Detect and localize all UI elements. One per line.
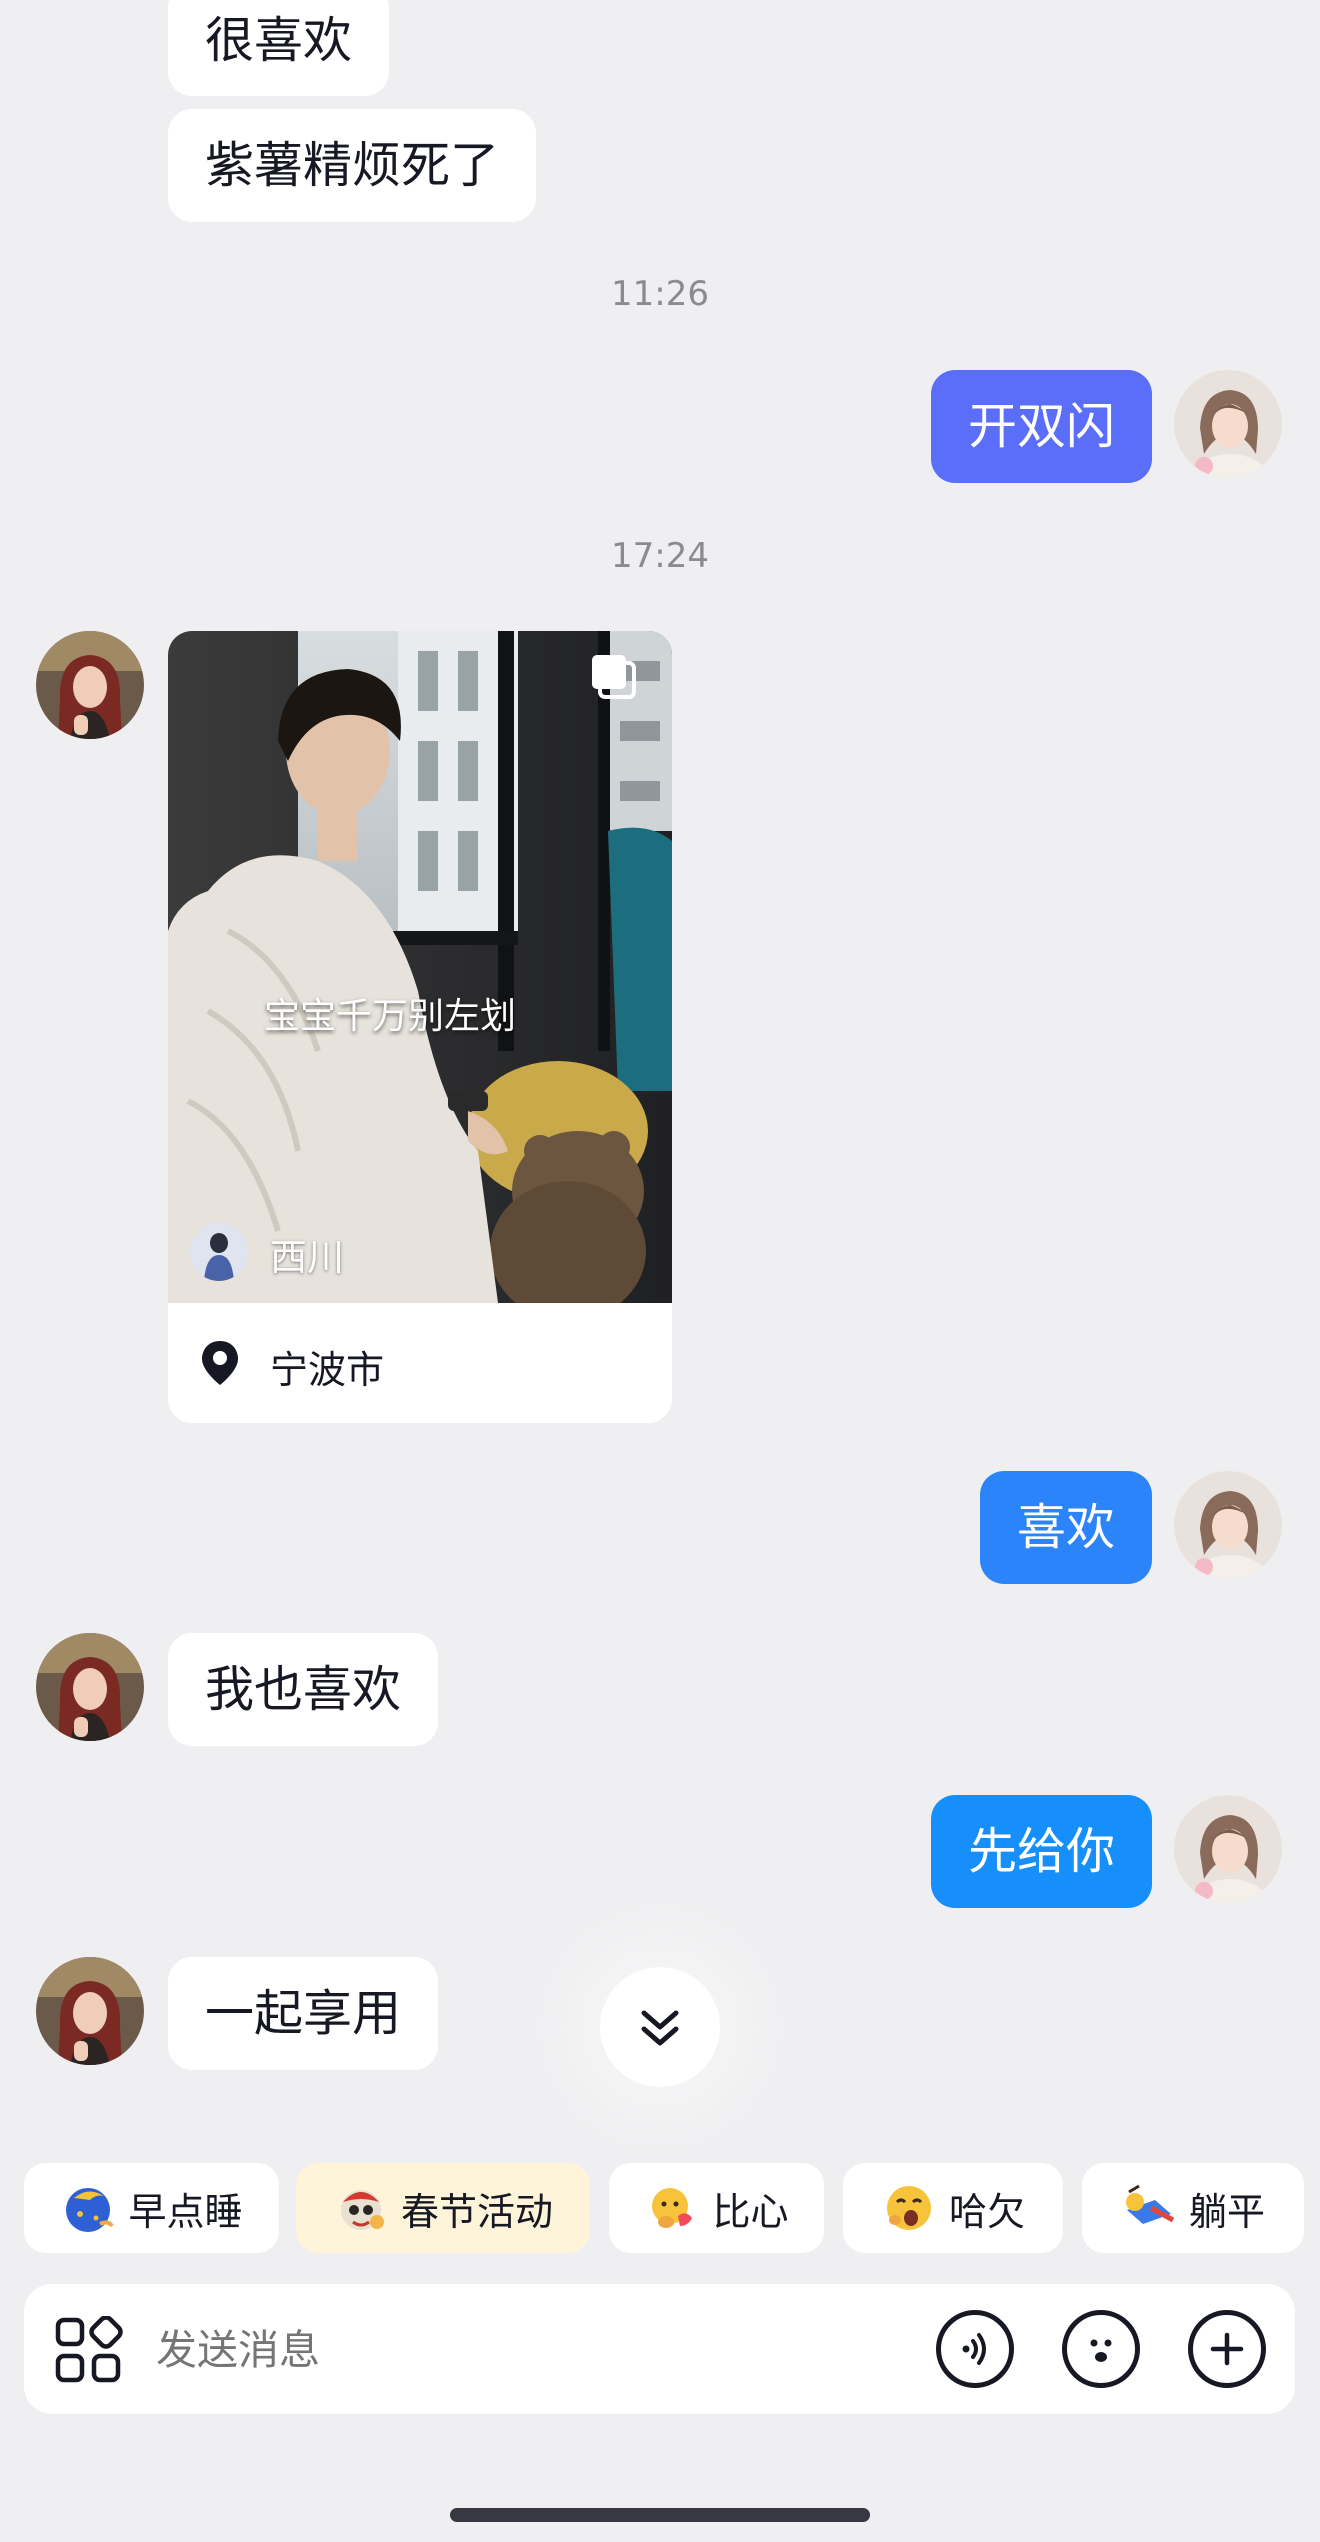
quick-reply-label: 哈欠: [948, 2189, 1025, 2234]
message-bubble-incoming[interactable]: 一起享用: [168, 1957, 439, 2070]
contact-avatar[interactable]: [36, 631, 144, 739]
location-pin-icon: [202, 1341, 238, 1385]
message-bubble-outgoing[interactable]: 开双闪: [930, 370, 1152, 483]
shared-video-card[interactable]: 宝宝千万别左划 西川 宁波市: [168, 631, 672, 1423]
my-avatar[interactable]: [1174, 1471, 1282, 1579]
message-bubble-incoming[interactable]: 紫薯精烦死了: [168, 109, 537, 222]
message-input-bar: [24, 2284, 1295, 2414]
timestamp: 17:24: [611, 536, 709, 576]
apps-grid-icon: [55, 2315, 123, 2383]
message-bubble-outgoing[interactable]: 喜欢: [979, 1471, 1152, 1584]
video-author-avatar[interactable]: [190, 1223, 248, 1281]
quick-reply-label: 春节活动: [400, 2189, 553, 2234]
message-bubble-incoming[interactable]: 很喜欢: [168, 0, 390, 96]
message-bubble-outgoing[interactable]: 先给你: [930, 1795, 1152, 1908]
quick-reply-chip[interactable]: 早点睡: [24, 2163, 279, 2253]
quick-reply-chip[interactable]: 春节活动: [296, 2163, 590, 2253]
video-author-name[interactable]: 西川: [270, 1227, 344, 1281]
double-chevron-down-icon: [641, 2010, 679, 2046]
apps-button[interactable]: [54, 2315, 124, 2386]
my-avatar[interactable]: [1174, 1795, 1282, 1903]
smiley-icon: [1090, 2339, 1112, 2362]
quick-reply-label: 躺平: [1188, 2189, 1265, 2234]
video-caption: 宝宝千万别左划: [264, 996, 517, 1037]
quick-reply-chip[interactable]: 躺平: [1082, 2163, 1304, 2253]
video-thumbnail[interactable]: 宝宝千万别左划 西川: [168, 631, 672, 1303]
voice-button[interactable]: [936, 2310, 1014, 2388]
location-label: 宁波市: [270, 1348, 385, 1392]
more-button[interactable]: [1188, 2310, 1266, 2388]
plus-icon: [1210, 2332, 1244, 2366]
quick-reply-label: 早点睡: [128, 2189, 243, 2234]
scroll-to-bottom-button[interactable]: [600, 1967, 720, 2087]
heart-hands-emoji-icon: [652, 2188, 693, 2228]
quick-reply-label: 比心: [712, 2189, 789, 2234]
contact-avatar[interactable]: [36, 1957, 144, 2065]
quick-reply-chip[interactable]: 比心: [609, 2163, 824, 2253]
gallery-icon-front: [592, 655, 626, 689]
quick-reply-chip[interactable]: 哈欠: [843, 2163, 1063, 2253]
yawn-emoji-icon: [886, 2186, 931, 2230]
my-avatar[interactable]: [1174, 370, 1282, 478]
message-input[interactable]: [154, 2314, 928, 2386]
emoji-button[interactable]: [1062, 2310, 1140, 2388]
home-indicator: [450, 2508, 870, 2522]
festival-mascot-emoji-icon: [340, 2190, 384, 2230]
timestamp: 11:26: [611, 274, 709, 314]
message-bubble-incoming[interactable]: 我也喜欢: [168, 1633, 439, 1746]
contact-avatar[interactable]: [36, 1633, 144, 1741]
location-row[interactable]: 宁波市: [168, 1303, 672, 1423]
lie-flat-emoji-icon: [1125, 2184, 1175, 2224]
moon-sleep-emoji-icon: [66, 2188, 115, 2232]
voice-icon: [962, 2333, 986, 2365]
